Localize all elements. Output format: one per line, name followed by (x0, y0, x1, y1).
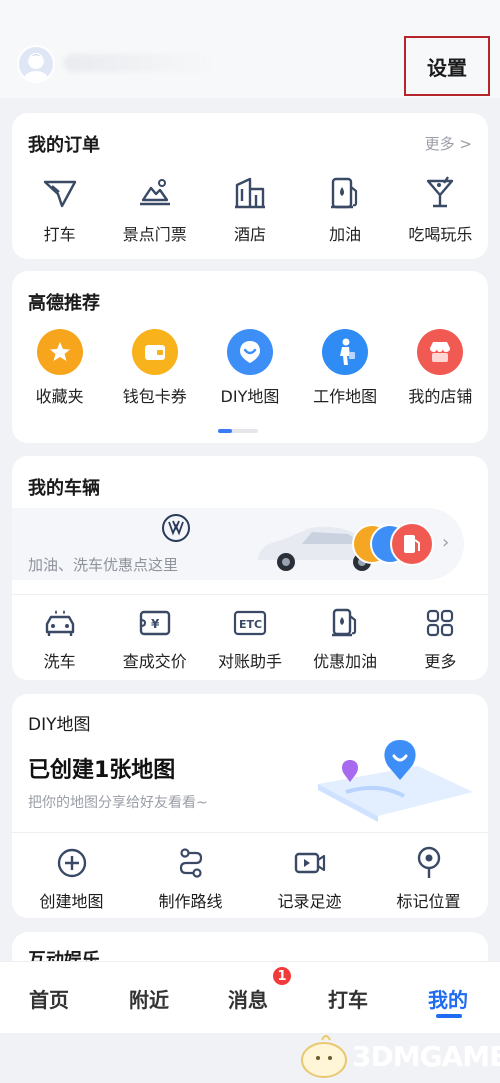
diy-action-label: 标记位置 (396, 892, 461, 911)
etc-icon-text: ETC (239, 618, 262, 631)
avatar[interactable] (17, 45, 55, 83)
order-item-label: 加油 (329, 225, 362, 244)
diy-action-label: 创建地图 (39, 892, 104, 911)
tab-taxi[interactable]: 打车 (328, 984, 368, 1013)
recommend-item-label: 我的店铺 (408, 387, 473, 406)
recommend-item-work-map[interactable]: 工作地图 (298, 329, 393, 407)
tab-home[interactable]: 首页 (29, 984, 69, 1013)
recommend-item-label: DIY地图 (220, 387, 280, 406)
orders-title: 我的订单 (28, 135, 100, 156)
watermark-mascot-icon (301, 1035, 347, 1078)
work-map-icon (322, 329, 369, 375)
volkswagen-logo-icon (162, 514, 190, 542)
orders-card: 我的订单 更多 > 打车 景点门票 酒店 加油 吃喝玩乐 (12, 113, 488, 259)
order-item-taxi[interactable]: 打车 (12, 173, 107, 245)
user-avatar-icon (23, 53, 49, 81)
diy-map-illustration (318, 740, 473, 822)
watermark-text: 3DMGAME (352, 1040, 500, 1073)
shop-icon (417, 329, 464, 375)
recommend-item-label: 钱包卡券 (122, 387, 187, 406)
bottom-tab-bar: 首页 附近 消息 打车 我的 (0, 961, 500, 1033)
svg-text:¥: ¥ (151, 617, 160, 631)
recommend-item-diy-map[interactable]: DIY地图 (202, 329, 297, 407)
diy-map-headline: 已创建1张地图 (28, 758, 176, 783)
price-check-icon: ¥ (135, 606, 175, 640)
settings-button[interactable]: 设置 (404, 36, 490, 96)
video-record-icon (290, 846, 330, 880)
order-item-ticket[interactable]: 景点门票 (107, 173, 202, 245)
vehicle-tool-fuel-discount[interactable]: 优惠加油 (298, 606, 393, 672)
diy-action-record-trace[interactable]: 记录足迹 (250, 846, 369, 912)
recommend-item-label: 工作地图 (313, 387, 378, 406)
scenic-ticket-icon (135, 173, 175, 213)
recommend-card: 高德推荐 收藏夹 钱包卡券 DIY地图 工作地图 我的店铺 (12, 271, 488, 443)
order-item-label: 打车 (43, 225, 76, 244)
vehicle-tool-label: 更多 (424, 652, 457, 671)
message-count-badge: 1 (271, 965, 293, 987)
diy-action-create-map[interactable]: 创建地图 (12, 846, 131, 912)
vehicle-promo-banner[interactable]: 加油、洗车优惠点这里 › (12, 508, 464, 580)
diy-map-subtitle: 把你的地图分享给好友看看~ (28, 795, 208, 811)
vehicle-tool-etc[interactable]: ETC 对账助手 (202, 606, 297, 672)
chevron-right-icon: › (442, 532, 450, 553)
vehicle-tool-price[interactable]: ¥ 查成交价 (107, 606, 202, 672)
vehicle-tool-label: 查成交价 (122, 652, 187, 671)
recommend-item-favorites[interactable]: 收藏夹 (12, 329, 107, 407)
diy-action-label: 记录足迹 (277, 892, 342, 911)
taxi-icon (40, 173, 80, 213)
recommend-title: 高德推荐 (28, 293, 100, 314)
tab-messages[interactable]: 消息 (228, 984, 268, 1013)
profile-header: 设置 (0, 0, 500, 98)
carousel-indicator (218, 429, 258, 433)
car-wash-icon (40, 606, 80, 640)
grid-more-icon (420, 606, 460, 640)
diy-map-title: DIY地图 (28, 715, 91, 735)
vehicle-promo-text: 加油、洗车优惠点这里 (28, 556, 179, 574)
star-icon (36, 329, 83, 375)
recommend-item-wallet[interactable]: 钱包卡券 (107, 329, 202, 407)
vehicle-tool-car-wash[interactable]: 洗车 (12, 606, 107, 672)
tab-nearby[interactable]: 附近 (129, 984, 169, 1013)
fuel-icon (325, 173, 365, 213)
diy-map-icon (226, 329, 273, 375)
order-item-label: 吃喝玩乐 (408, 225, 473, 244)
route-icon (171, 846, 211, 880)
hotel-icon (230, 173, 270, 213)
location-pin-icon (409, 846, 449, 880)
vehicle-tool-label: 洗车 (43, 652, 76, 671)
vehicle-tool-label: 优惠加油 (313, 652, 378, 671)
fuel-discount-icon (325, 606, 365, 640)
gas-station-badge-icon (390, 522, 434, 566)
diy-action-mark-location[interactable]: 标记位置 (369, 846, 488, 912)
orders-more-link[interactable]: 更多 > (425, 133, 472, 154)
tab-mine[interactable]: 我的 (428, 984, 468, 1013)
active-tab-indicator (436, 1014, 462, 1018)
order-item-fuel[interactable]: 加油 (298, 173, 393, 245)
order-item-label: 景点门票 (122, 225, 187, 244)
wallet-icon (131, 329, 178, 375)
diy-map-card: DIY地图 已创建1张地图 把你的地图分享给好友看看~ 创建地图 制作路线 记录… (12, 694, 488, 918)
vehicle-title: 我的车辆 (28, 478, 100, 499)
diy-action-label: 制作路线 (158, 892, 223, 911)
cocktail-icon (420, 173, 460, 213)
order-item-hotel[interactable]: 酒店 (202, 173, 297, 245)
vehicle-tool-label: 对账助手 (217, 652, 282, 671)
username-blurred (64, 54, 214, 72)
order-item-fun[interactable]: 吃喝玩乐 (393, 173, 488, 245)
vehicle-card: 我的车辆 加油、洗车优惠点这里 › 洗车 ¥ 查成交价 ETC 对账助手 优惠加… (12, 456, 488, 680)
order-item-label: 酒店 (233, 225, 266, 244)
diy-action-make-route[interactable]: 制作路线 (131, 846, 250, 912)
plus-circle-icon (52, 846, 92, 880)
recommend-item-shop[interactable]: 我的店铺 (393, 329, 488, 407)
etc-icon: ETC (230, 606, 270, 640)
recommend-item-label: 收藏夹 (35, 387, 84, 406)
vehicle-tool-more[interactable]: 更多 (393, 606, 488, 672)
